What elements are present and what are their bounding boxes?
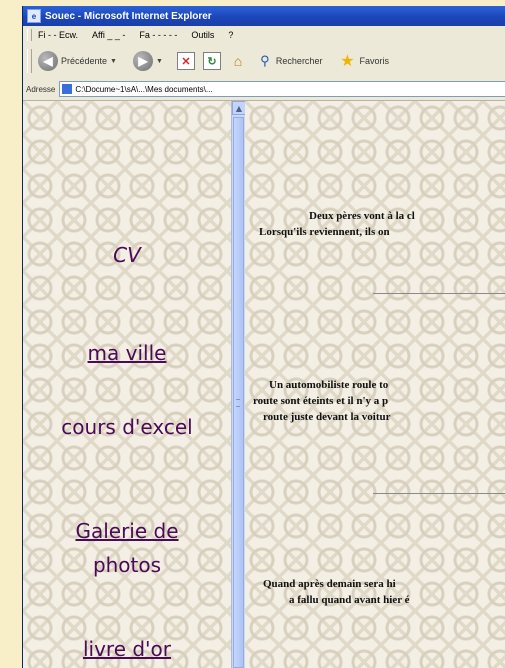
toolbar-grip[interactable] bbox=[27, 49, 32, 73]
chevron-down-icon[interactable]: ▼ bbox=[156, 58, 163, 65]
nav-frame-scrollbar[interactable]: ▲ bbox=[231, 101, 246, 668]
forward-arrow-icon: ▶ bbox=[132, 51, 153, 71]
story-3-line-1: Quand après demain sera hi bbox=[263, 578, 396, 590]
divider bbox=[373, 493, 505, 494]
browser-window: e Souec - Microsoft Internet Explorer Fi… bbox=[22, 6, 505, 668]
back-label: Précédente bbox=[61, 56, 108, 66]
menu-view[interactable]: Affi _ _ - bbox=[92, 30, 125, 40]
address-field[interactable]: C:\Docume~1\sA\...\Mes documents\... bbox=[59, 81, 505, 97]
scrollbar-grip bbox=[236, 399, 240, 407]
home-icon[interactable]: ⌂ bbox=[229, 53, 247, 69]
title-bar[interactable]: e Souec - Microsoft Internet Explorer bbox=[23, 6, 505, 26]
scroll-up-arrow-icon[interactable]: ▲ bbox=[232, 101, 246, 115]
favorites-button[interactable]: ★ Favoris bbox=[328, 52, 389, 70]
stop-icon[interactable]: ✕ bbox=[176, 52, 195, 70]
navigation-frame: CV ma ville cours d'excel Galerie de pho… bbox=[23, 101, 231, 668]
menu-bar: Fi - - Ecw. Affi _ _ - Fa - - - - - Outi… bbox=[23, 26, 505, 45]
favorites-star-icon: ★ bbox=[340, 53, 355, 70]
page-icon bbox=[62, 84, 73, 94]
refresh-icon[interactable]: ↻ bbox=[202, 52, 221, 70]
menu-file[interactable]: Fi - - Ecw. bbox=[38, 30, 78, 40]
ie-icon: e bbox=[27, 9, 41, 23]
story-2-line-2: route sont éteints et il n'y a p bbox=[253, 395, 389, 407]
nav-link-galerie[interactable]: Galerie de bbox=[23, 519, 231, 543]
main-frame: Deux pères vont à la cl Lorsqu'ils revie… bbox=[245, 101, 505, 668]
address-value: C:\Docume~1\sA\...\Mes documents\... bbox=[75, 84, 213, 94]
nav-link-ma-ville[interactable]: ma ville bbox=[23, 341, 231, 365]
standard-toolbar: ◀ Précédente ▼ ▶ ▼ ✕ ↻ ⌂ ⚲ Rechercher ★ … bbox=[23, 44, 505, 79]
nav-link-cv[interactable]: CV bbox=[23, 243, 231, 267]
favorites-label: Favoris bbox=[359, 56, 389, 66]
story-1-line-1: Deux pères vont à la cl bbox=[309, 210, 415, 222]
search-button[interactable]: ⚲ Rechercher bbox=[247, 53, 323, 69]
address-label: Adresse bbox=[26, 84, 56, 94]
toolbar-grip[interactable] bbox=[27, 29, 32, 41]
story-2-line-3: route juste devant la voitur bbox=[263, 411, 391, 423]
nav-link-galerie-photos[interactable]: photos bbox=[23, 553, 231, 577]
chevron-down-icon[interactable]: ▼ bbox=[110, 58, 117, 65]
forward-button[interactable]: ▶ ▼ bbox=[123, 51, 163, 71]
back-button[interactable]: ◀ Précédente ▼ bbox=[38, 51, 117, 71]
story-2-line-1: Un automobiliste roule to bbox=[269, 379, 389, 391]
address-bar: Adresse C:\Docume~1\sA\...\Mes documents… bbox=[23, 78, 505, 101]
menu-tools[interactable]: Outils bbox=[191, 30, 214, 40]
scrollbar-thumb[interactable] bbox=[233, 117, 244, 668]
story-3-line-2: a fallu quand avant hier é bbox=[289, 594, 410, 606]
back-arrow-icon: ◀ bbox=[38, 51, 58, 71]
menu-favorites[interactable]: Fa - - - - - bbox=[139, 30, 177, 40]
divider bbox=[373, 293, 505, 294]
nav-link-cours-excel[interactable]: cours d'excel bbox=[23, 415, 231, 439]
search-icon: ⚲ bbox=[260, 53, 270, 68]
nav-link-livre-or[interactable]: livre d'or bbox=[23, 637, 231, 661]
story-1-line-2: Lorsqu'ils reviennent, ils on bbox=[259, 226, 390, 238]
search-label: Rechercher bbox=[275, 56, 323, 66]
window-title: Souec - Microsoft Internet Explorer bbox=[45, 10, 212, 22]
page-content: CV ma ville cours d'excel Galerie de pho… bbox=[23, 101, 505, 668]
menu-help[interactable]: ? bbox=[228, 30, 233, 40]
